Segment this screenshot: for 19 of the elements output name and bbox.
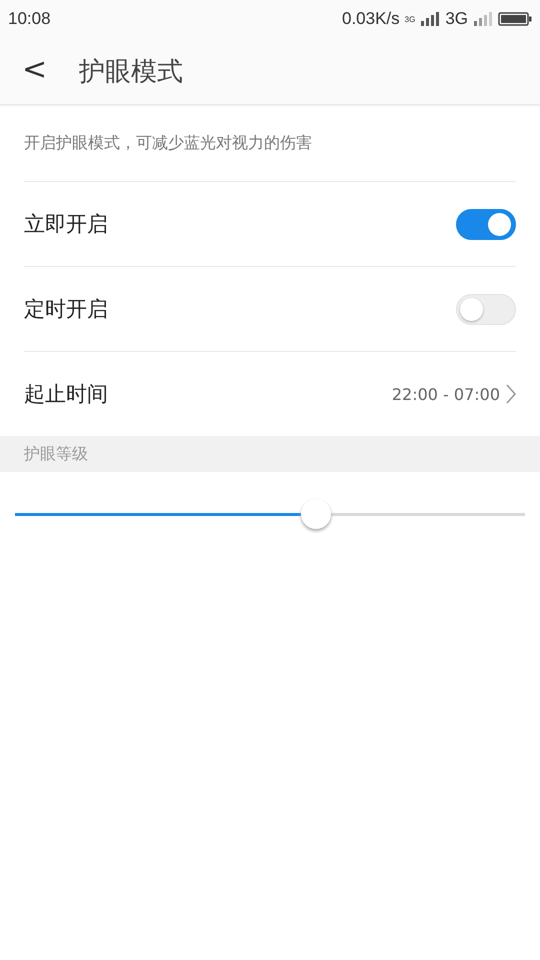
setting-label: 定时开启 <box>24 296 108 323</box>
network-type-small: 3G <box>404 14 416 24</box>
chevron-right-icon <box>506 384 516 404</box>
signal-icon <box>420 12 440 26</box>
slider-thumb[interactable] <box>300 499 331 529</box>
description-text: 开启护眼模式，可减少蓝光对视力的伤害 <box>24 105 516 182</box>
back-button[interactable]: < <box>0 52 66 90</box>
toggle-switch[interactable] <box>456 208 516 240</box>
battery-icon <box>498 12 532 26</box>
network-type: 3G <box>445 9 468 29</box>
network-speed: 0.03K/s <box>342 9 400 29</box>
setting-label: 立即开启 <box>24 211 108 238</box>
level-slider[interactable] <box>15 499 525 531</box>
status-time: 10:08 <box>8 9 51 29</box>
time-range-value[interactable]: 22:00 - 07:00 <box>392 384 500 404</box>
setting-label: 起止时间 <box>24 381 108 408</box>
signal-icon <box>473 12 493 26</box>
page-title: 护眼模式 <box>79 56 184 88</box>
section-header: 护眼等级 <box>0 436 540 472</box>
